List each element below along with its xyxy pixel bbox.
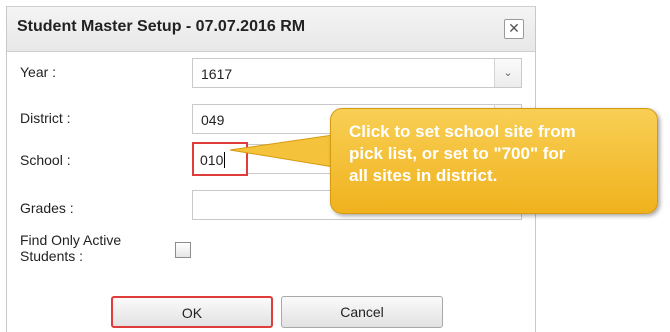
text-cursor (224, 152, 226, 168)
grades-label: Grades : (20, 200, 74, 216)
dialog-titlebar: Student Master Setup - 07.07.2016 RM ✕ (7, 6, 535, 52)
dialog-title: Student Master Setup - 07.07.2016 RM (17, 18, 306, 35)
find-active-label-line1: Find Only Active (20, 232, 122, 248)
year-label: Year : (20, 64, 57, 80)
callout-text: Click to set school site from pick list,… (349, 121, 649, 187)
callout-line3: all sites in district. (349, 166, 498, 185)
tooltip-callout: Click to set school site from pick list,… (330, 108, 658, 214)
year-select[interactable]: 1617 ⌄ (192, 58, 522, 88)
find-active-label: Find Only Active Students : (20, 232, 121, 264)
year-value: 1617 (201, 66, 233, 82)
callout-line1: Click to set school site from (349, 122, 576, 141)
close-icon: ✕ (508, 20, 520, 36)
find-active-checkbox[interactable] (175, 242, 191, 258)
district-label: District : (20, 110, 71, 126)
cancel-button[interactable]: Cancel (281, 296, 443, 328)
district-value: 049 (201, 112, 225, 128)
callout-pointer (229, 133, 341, 169)
school-value: 010 (200, 152, 224, 168)
find-active-label-line2: Students : (20, 248, 84, 264)
ok-button[interactable]: OK (111, 296, 273, 328)
school-label: School : (20, 152, 71, 168)
chevron-down-icon[interactable]: ⌄ (494, 59, 521, 87)
close-button[interactable]: ✕ (504, 19, 524, 39)
callout-line2: pick list, or set to "700" for (349, 144, 566, 163)
